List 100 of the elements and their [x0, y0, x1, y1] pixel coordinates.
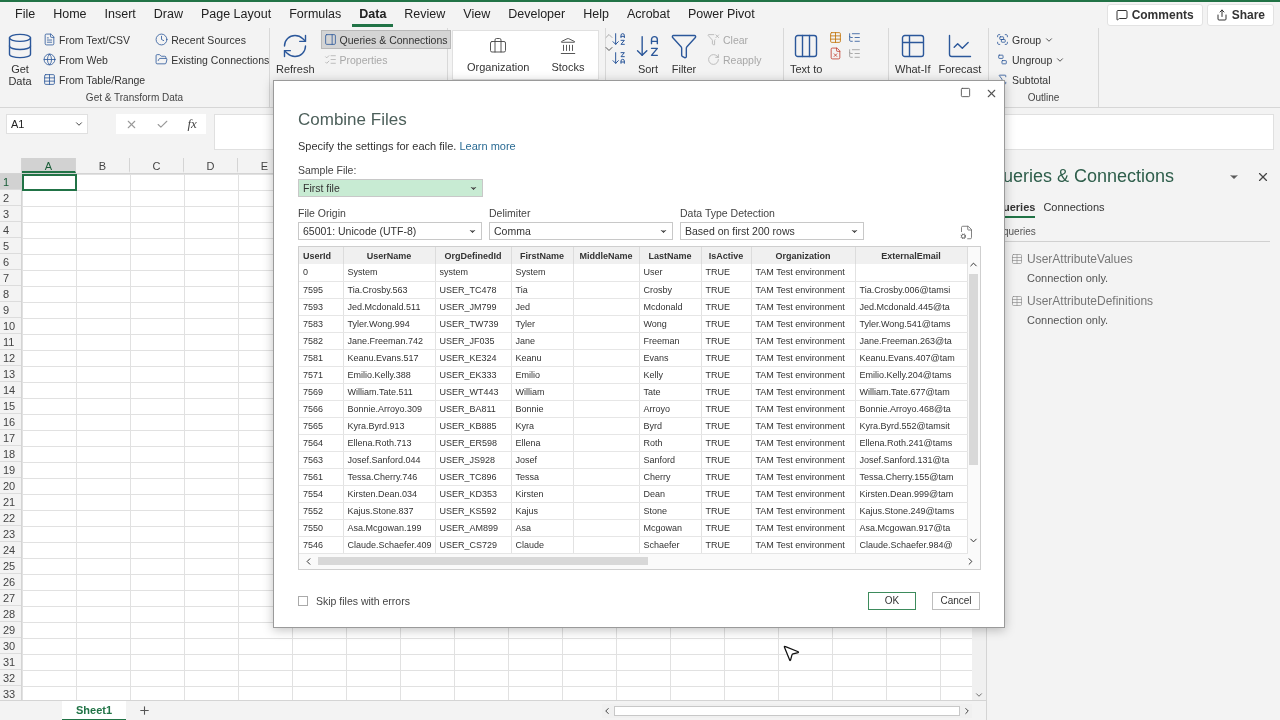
ribbon-tab[interactable]: Acrobat	[619, 3, 677, 27]
ribbon-button[interactable]: Forecast	[936, 30, 984, 77]
column-header: ExternalEmail	[855, 247, 967, 264]
ok-button[interactable]: OK	[868, 591, 916, 610]
file-settings-icon[interactable]	[959, 225, 974, 240]
table-cell: TRUE	[701, 400, 751, 417]
table-cell: User	[639, 264, 701, 281]
add-sheet-icon[interactable]	[138, 704, 152, 717]
ribbon-button[interactable]: What-If	[893, 30, 933, 77]
table-cell: System	[511, 264, 573, 281]
pane-tab[interactable]: Connections	[1043, 199, 1105, 218]
table-cell: TRUE	[701, 434, 751, 451]
dropdown[interactable]: 65001: Unicode (UTF-8)	[298, 222, 482, 240]
query-status: Connection only.	[1026, 314, 1110, 326]
table-cell: TAM Test environment	[751, 434, 855, 451]
table-cell: Ellena.Roth.713	[343, 434, 435, 451]
table-cell: TAM Test environment	[751, 264, 855, 281]
learn-more-link[interactable]: Learn more	[459, 140, 516, 152]
dropdown[interactable]: Based on first 200 rows	[680, 222, 864, 240]
ribbon-button[interactable]: Get Data	[4, 30, 36, 89]
table-cell: Ellena	[511, 434, 573, 451]
tree-icon[interactable]	[847, 46, 863, 61]
ribbon-tab[interactable]: File	[8, 3, 43, 27]
ribbon-button[interactable]: Existing Connections	[152, 50, 273, 69]
insert-function-button[interactable]: fx	[187, 116, 197, 132]
table-cell: USER_EK333	[435, 366, 511, 383]
ribbon-button[interactable]: Filter	[668, 30, 700, 77]
table-cell: TAM Test environment	[751, 281, 855, 298]
table-cell: Mcgowan	[639, 519, 701, 536]
table-cell: Tyler	[511, 315, 573, 332]
table-cell: Tate	[639, 383, 701, 400]
table-cell: Claude	[511, 536, 573, 553]
cancel-button[interactable]: Cancel	[932, 591, 980, 610]
table-icon	[1011, 295, 1023, 307]
data-type-button[interactable]: Organization	[461, 37, 536, 73]
selected-cell[interactable]	[22, 174, 77, 191]
ribbon-tab[interactable]: Page Layout	[193, 3, 279, 27]
table-cell: TAM Test environment	[751, 400, 855, 417]
table-cell: 7554	[299, 485, 343, 502]
sort-descending-icon[interactable]	[610, 49, 628, 67]
column-header: MiddleName	[573, 247, 639, 264]
table-cell: Kirsten	[511, 485, 573, 502]
table-cell: TAM Test environment	[751, 468, 855, 485]
sheet-tab[interactable]: Sheet1	[62, 700, 127, 720]
table-cell: Ellena.Roth.241@tams	[855, 434, 967, 451]
caret-icon	[74, 119, 84, 129]
ribbon-button[interactable]: Recent Sources	[152, 30, 273, 49]
table-cell: Stone	[639, 502, 701, 519]
table-cell: TAM Test environment	[751, 332, 855, 349]
ribbon-button[interactable]: Refresh	[274, 30, 317, 77]
table-cell: USER_JF035	[435, 332, 511, 349]
flash-fill-icon[interactable]	[828, 30, 844, 45]
query-name[interactable]: UserAttributeDefinitions	[1027, 294, 1154, 308]
name-box[interactable]: A1	[6, 114, 88, 134]
tree-icon[interactable]	[847, 30, 863, 45]
table-cell: 7569	[299, 383, 343, 400]
group-icon	[996, 33, 1009, 46]
ribbon-button[interactable]: Sort	[632, 30, 664, 77]
ribbon-tab[interactable]: View	[456, 3, 498, 27]
dropdown[interactable]: Comma	[489, 222, 673, 240]
data-type-button[interactable]: Stocks	[545, 37, 591, 73]
table-cell: Jane.Freeman.742	[343, 332, 435, 349]
ribbon-button[interactable]: From Web	[40, 50, 149, 69]
table-cell: William.Tate.511	[343, 383, 435, 400]
table-cell: Kyra.Byrd.552@tamsit	[855, 417, 967, 434]
table-cell: Claude.Schaefer.984@	[855, 536, 967, 553]
ribbon-button[interactable]: From Table/Range	[40, 70, 149, 89]
table-cell: Kelly	[639, 366, 701, 383]
ribbon-tab[interactable]: Formulas	[282, 3, 349, 27]
ribbon-tab[interactable]: Insert	[97, 3, 143, 27]
row-header[interactable]: 1	[0, 174, 21, 190]
ribbon-tab[interactable]: Review	[397, 3, 453, 27]
checkbox[interactable]	[298, 595, 308, 606]
ribbon-button[interactable]: Ungroup	[993, 50, 1069, 69]
ribbon-tab[interactable]: Draw	[146, 3, 190, 27]
table-icon	[1011, 253, 1023, 265]
ribbon-tab[interactable]: Help	[576, 3, 616, 27]
ribbon-tab[interactable]: Home	[46, 3, 94, 27]
sort-ascending-icon[interactable]	[610, 30, 628, 48]
table-cell: TRUE	[701, 417, 751, 434]
scroll-down-icon[interactable]	[974, 690, 984, 700]
ribbon-button[interactable]: Queries & Connections	[320, 30, 451, 49]
ribbon-button[interactable]: Group	[993, 30, 1069, 49]
ribbon-button[interactable]: From Text/CSV	[40, 30, 149, 49]
ribbon-tab[interactable]: Developer	[501, 3, 573, 27]
scroll-right-icon[interactable]	[962, 705, 972, 716]
maximize-icon[interactable]	[960, 87, 971, 98]
comments-button[interactable]: Comments	[1106, 4, 1203, 26]
sample-file-dropdown[interactable]: First file	[298, 179, 483, 197]
ribbon-tab[interactable]: Power Pivot	[681, 3, 762, 27]
close-icon[interactable]	[985, 87, 998, 100]
scroll-left-icon[interactable]	[602, 705, 612, 716]
share-button[interactable]: Share	[1206, 4, 1274, 26]
ribbon-button[interactable]: Text to	[788, 30, 825, 77]
query-name[interactable]: UserAttributeValues	[1027, 252, 1133, 266]
table-cell: Jane	[511, 332, 573, 349]
table-cell: Kajus	[511, 502, 573, 519]
table-cell: Wong	[639, 315, 701, 332]
column-header: OrgDefinedId	[435, 247, 511, 264]
column-header[interactable]: A	[22, 158, 76, 173]
